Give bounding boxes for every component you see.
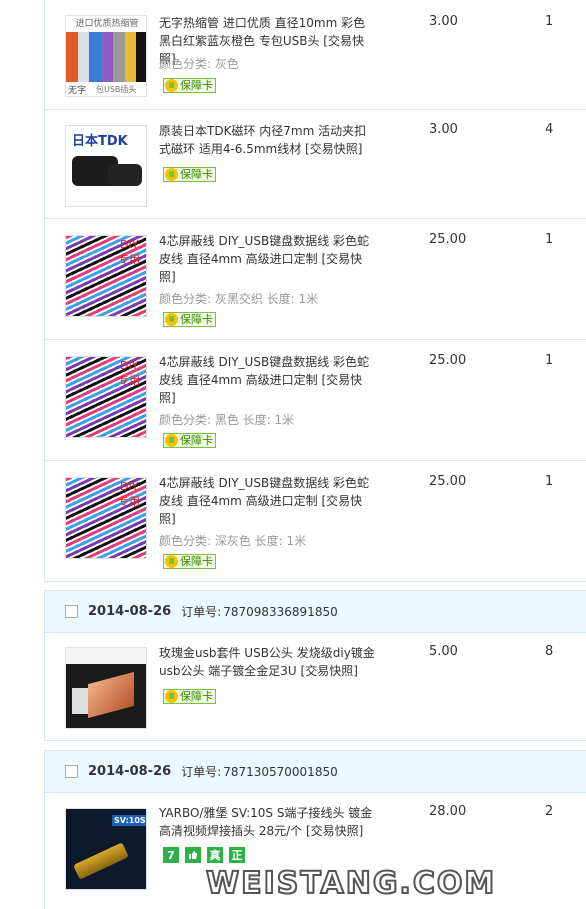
order-item: DIY 专用 4芯屏蔽线 DIY_USB键盘数据线 彩色蛇皮线 直径4mm 高级… xyxy=(45,219,586,340)
guarantee-label: 保障卡 xyxy=(180,434,213,447)
rose-gold-usb-image xyxy=(88,671,134,719)
unit-price: 5.00 xyxy=(429,644,458,659)
order-item: 玫瑰金usb套件 USB公头 发烧级diy镀金usb公头 端子镀全金足3U [交… xyxy=(45,633,586,740)
order-header: 2014-08-26 订单号: 787098336891850 xyxy=(45,591,586,633)
product-spec: 颜色分类: 灰黑交织 长度: 1米 xyxy=(159,292,319,306)
thumb-caption: DIY xyxy=(120,359,139,372)
order-select-checkbox[interactable] xyxy=(65,605,78,618)
guarantee-card-badge[interactable]: 保障卡 xyxy=(163,167,216,182)
quantity: 1 xyxy=(545,232,554,247)
heat-shrink-tubes-image xyxy=(66,32,146,82)
unit-price: 25.00 xyxy=(429,474,467,489)
unit-price: 3.00 xyxy=(429,14,458,29)
guarantee-label: 保障卡 xyxy=(180,690,213,703)
order-item: DIY 专用 4芯屏蔽线 DIY_USB键盘数据线 彩色蛇皮线 直径4mm 高级… xyxy=(45,461,586,582)
guarantee-label: 保障卡 xyxy=(180,168,213,181)
guarantee-card-badge[interactable]: 保障卡 xyxy=(163,78,216,93)
order-number: 787098336891850 xyxy=(223,604,338,619)
thumb-label-left: 无字 xyxy=(68,86,87,96)
product-title-link[interactable]: YARBO/雅堡 SV:10S S端子接线头 镀金高清视频焊接插头 28元/个 … xyxy=(159,804,377,840)
thumb-caption: 进口优质热缩管 xyxy=(66,16,146,32)
product-thumbnail[interactable]: DIY 专用 xyxy=(65,235,147,317)
guarantee-label: 保障卡 xyxy=(180,79,213,92)
guarantee-label: 保障卡 xyxy=(180,313,213,326)
unit-price: 3.00 xyxy=(429,122,458,137)
thumb-caption: DIY xyxy=(120,238,139,251)
authentic-icon[interactable]: 正 xyxy=(229,847,245,863)
guarantee-icon xyxy=(165,79,178,92)
order-number: 787130570001850 xyxy=(223,764,338,779)
guarantee-card-badge[interactable]: 保障卡 xyxy=(163,433,216,448)
product-spec: 颜色分类: 灰色 xyxy=(159,57,239,71)
product-thumbnail[interactable] xyxy=(65,647,147,729)
guarantee-icon xyxy=(165,168,178,181)
quantity: 1 xyxy=(545,353,554,368)
product-title-link[interactable]: 4芯屏蔽线 DIY_USB键盘数据线 彩色蛇皮线 直径4mm 高级进口定制 [交… xyxy=(159,353,377,407)
guarantee-icon xyxy=(165,690,178,703)
product-thumbnail[interactable]: SV:10S xyxy=(65,808,147,890)
guarantee-card-badge[interactable]: 保障卡 xyxy=(163,312,216,327)
guarantee-card-badge[interactable]: 保障卡 xyxy=(163,689,216,704)
quantity: 8 xyxy=(545,644,554,659)
order-number-label: 订单号: xyxy=(181,765,222,779)
product-thumbnail[interactable]: 日本TDK xyxy=(65,125,147,207)
service-icons: 7 真 正 xyxy=(163,847,251,863)
thumb-caption: DIY xyxy=(120,480,139,493)
thumb-caption: 日本TDK xyxy=(72,134,128,149)
thumb-caption: SV:10S xyxy=(112,815,146,826)
product-thumbnail[interactable]: 进口优质热缩管 无字 包USB插头 xyxy=(65,15,147,97)
product-spec: 颜色分类: 深灰色 长度: 1米 xyxy=(159,534,307,548)
order-block-2: 2014-08-26 订单号: 787098336891850 玫瑰金usb套件… xyxy=(44,590,586,741)
unit-price: 28.00 xyxy=(429,804,467,819)
thumb-label-right: 包USB插头 xyxy=(96,85,137,94)
order-header: 2014-08-26 订单号: 787130570001850 xyxy=(45,751,586,793)
quantity: 2 xyxy=(545,804,554,819)
order-block-1: 进口优质热缩管 无字 包USB插头 无字热缩管 进口优质 直径10mm 彩色黑白… xyxy=(44,0,586,582)
product-thumbnail[interactable]: DIY 专用 xyxy=(65,356,147,438)
guarantee-card-badge[interactable]: 保障卡 xyxy=(163,554,216,569)
product-thumbnail[interactable]: DIY 专用 xyxy=(65,477,147,559)
guarantee-label: 保障卡 xyxy=(180,555,213,568)
product-title-link[interactable]: 玫瑰金usb套件 USB公头 发烧级diy镀金usb公头 端子镀全金足3U [交… xyxy=(159,644,377,680)
quantity: 1 xyxy=(545,474,554,489)
seven-day-icon[interactable]: 7 xyxy=(163,847,179,863)
order-select-checkbox[interactable] xyxy=(65,765,78,778)
site-watermark: WEISTANG.COM xyxy=(205,865,497,902)
genuine-icon[interactable]: 真 xyxy=(207,847,223,863)
guarantee-icon xyxy=(165,313,178,326)
order-item: 进口优质热缩管 无字 包USB插头 无字热缩管 进口优质 直径10mm 彩色黑白… xyxy=(45,0,586,110)
product-title-link[interactable]: 4芯屏蔽线 DIY_USB键盘数据线 彩色蛇皮线 直径4mm 高级进口定制 [交… xyxy=(159,232,377,286)
product-title-link[interactable]: 原装日本TDK磁环 内径7mm 活动夹扣式磁环 适用4-6.5mm线材 [交易快… xyxy=(159,122,377,158)
thumb-caption-2: 专用 xyxy=(118,495,140,508)
guarantee-icon xyxy=(165,434,178,447)
guarantee-icon xyxy=(165,555,178,568)
order-item: DIY 专用 4芯屏蔽线 DIY_USB键盘数据线 彩色蛇皮线 直径4mm 高级… xyxy=(45,340,586,461)
thumb-caption-2: 专用 xyxy=(118,253,140,266)
order-number-label: 订单号: xyxy=(181,605,222,619)
s-video-plug-image xyxy=(73,842,129,880)
product-spec: 颜色分类: 黑色 长度: 1米 xyxy=(159,413,295,427)
order-date: 2014-08-26 xyxy=(88,764,172,779)
thumb-up-icon[interactable] xyxy=(185,847,201,863)
unit-price: 25.00 xyxy=(429,232,467,247)
quantity: 1 xyxy=(545,14,554,29)
order-date: 2014-08-26 xyxy=(88,604,172,619)
unit-price: 25.00 xyxy=(429,353,467,368)
order-item: 日本TDK 原装日本TDK磁环 内径7mm 活动夹扣式磁环 适用4-6.5mm线… xyxy=(45,110,586,219)
product-title-link[interactable]: 4芯屏蔽线 DIY_USB键盘数据线 彩色蛇皮线 直径4mm 高级进口定制 [交… xyxy=(159,474,377,528)
thumb-caption-2: 专用 xyxy=(118,374,140,387)
quantity: 4 xyxy=(545,122,554,137)
